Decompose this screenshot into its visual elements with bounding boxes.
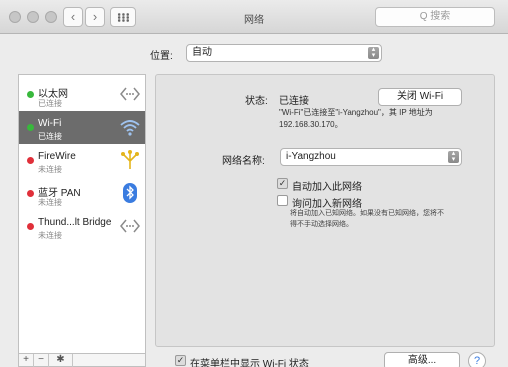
wifi-icon <box>120 120 140 136</box>
select-arrows-icon: ▴ ▾ <box>368 46 379 59</box>
turn-off-wifi-button[interactable]: 关闭 Wi-Fi <box>378 88 462 106</box>
service-status: 已连接 <box>38 132 62 141</box>
auto-join-label: 自动加入此网络 <box>292 182 362 193</box>
status-value: 已连接 <box>279 96 309 107</box>
select-arrows-icon: ▴ ▾ <box>448 150 459 163</box>
ask-join-description-line2: 得不手动选择网络。 <box>290 221 353 228</box>
status-dot <box>27 157 34 164</box>
service-item-wifi[interactable]: Wi-Fi 已连接 <box>19 111 145 144</box>
status-description-line2: 192.168.30.170。 <box>279 120 343 129</box>
location-select[interactable]: 自动 ▴ ▾ <box>186 44 382 62</box>
service-list: 以太网 已连接 Wi-Fi 已连接 FireWire 未连接 蓝牙 PAN 未连… <box>18 74 146 354</box>
service-item-ethernet[interactable]: 以太网 已连接 <box>19 78 145 111</box>
status-label: 状态: <box>245 96 268 107</box>
service-name: FireWire <box>38 151 76 162</box>
ask-join-checkbox[interactable] <box>277 195 288 206</box>
service-item-firewire[interactable]: FireWire 未连接 <box>19 144 145 177</box>
network-name-value: i-Yangzhou <box>286 151 336 162</box>
thunderbolt-arrows-icon <box>120 219 140 233</box>
network-name-select[interactable]: i-Yangzhou ▴ ▾ <box>280 148 462 166</box>
location-value: 自动 <box>192 47 212 58</box>
firewire-icon <box>121 150 139 169</box>
service-status: 未连接 <box>38 198 62 207</box>
status-dot <box>27 124 34 131</box>
show-wifi-status-label: 在菜单栏中显示 Wi-Fi 状态 <box>190 359 309 367</box>
network-name-label: 网络名称: <box>222 156 265 167</box>
show-wifi-status-checkbox[interactable]: ✓ <box>175 355 186 366</box>
status-description-line1: "Wi-Fi"已连接至"i-Yangzhou"，其 IP 地址为 <box>279 108 433 117</box>
auto-join-checkbox[interactable]: ✓ <box>277 178 288 189</box>
advanced-button[interactable]: 高级... <box>384 352 460 367</box>
help-button[interactable]: ? <box>468 352 486 367</box>
service-list-toolbar: + − ✱ <box>18 354 146 367</box>
service-status: 已连接 <box>38 99 62 108</box>
service-item-thunderbolt-bridge[interactable]: Thund...lt Bridge 未连接 <box>19 210 145 243</box>
service-name: Wi-Fi <box>38 118 62 129</box>
service-item-bluetooth-pan[interactable]: 蓝牙 PAN 未连接 <box>19 177 145 210</box>
remove-service-button[interactable]: − <box>34 354 49 367</box>
search-field[interactable]: Q 搜索 <box>375 7 495 27</box>
title-bar: ‹ › 网络 Q 搜索 <box>0 0 508 34</box>
status-dot <box>27 91 34 98</box>
bluetooth-icon <box>123 183 137 203</box>
ethernet-arrows-icon <box>120 87 140 101</box>
status-dot <box>27 190 34 197</box>
action-menu-button[interactable]: ✱ <box>49 354 73 367</box>
add-service-button[interactable]: + <box>19 354 34 367</box>
service-status: 未连接 <box>38 165 62 174</box>
service-status: 未连接 <box>38 231 62 240</box>
service-name: Thund...lt Bridge <box>38 217 112 228</box>
location-label: 位置: <box>150 51 173 62</box>
status-dot <box>27 223 34 230</box>
